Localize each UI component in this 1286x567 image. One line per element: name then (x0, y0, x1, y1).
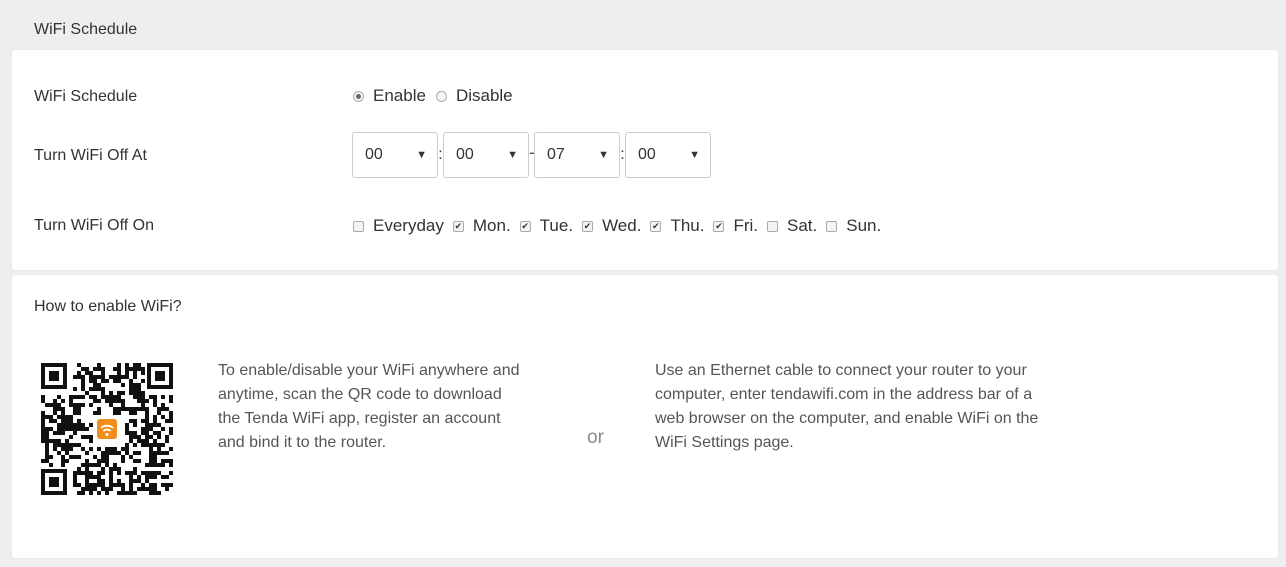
wifi-schedule-radio-group: Enable Disable (353, 86, 523, 106)
day-checkbox-thu[interactable]: ✔ Thu. (650, 216, 704, 236)
dropdown-arrow-icon: ▼ (598, 149, 609, 161)
or-separator: or (587, 427, 604, 448)
enable-label: Enable (373, 86, 426, 105)
day-label: Tue. (539, 216, 574, 235)
qr-code-image (39, 361, 175, 497)
disable-label: Disable (455, 86, 513, 105)
dropdown-arrow-icon: ▼ (416, 149, 427, 161)
day-label: Thu. (670, 216, 705, 235)
checkbox[interactable] (826, 220, 838, 232)
start-hour-value: 00 (365, 146, 383, 163)
checkbox[interactable] (353, 220, 364, 232)
day-checkbox-sat[interactable]: Sat. (767, 216, 817, 236)
day-label: Sun. (846, 216, 882, 235)
app-instructions: To enable/disable your WiFi anywhere and… (218, 362, 520, 451)
disable-radio-dot[interactable] (435, 90, 447, 102)
dropdown-arrow-icon: ▼ (689, 149, 700, 161)
checkbox[interactable]: ✔ (519, 220, 531, 232)
days-checkbox-group: Everyday ✔ Mon. ✔ Tue. ✔ Wed. ✔ Thu. ✔ Fri. S… (353, 216, 890, 236)
help-title: How to enable WiFi? (34, 298, 182, 315)
end-hour-select[interactable]: 07 ▼ (534, 132, 620, 178)
checkbox[interactable]: ✔ (582, 220, 594, 232)
day-label: Sat. (787, 216, 818, 235)
enable-radio-dot[interactable] (353, 90, 364, 102)
turn-off-on-label: Turn WiFi Off On (34, 217, 155, 234)
day-label: Everyday (373, 216, 444, 235)
end-minute-select[interactable]: 00 ▼ (625, 132, 711, 178)
start-hour-select[interactable]: 00 ▼ (352, 132, 438, 178)
wifi-icon (95, 417, 119, 441)
time-range: 00 ▼ : 00 ▼ ~ 07 ▼ : 00 ▼ (352, 132, 711, 178)
day-checkbox-sun[interactable]: Sun. (826, 216, 881, 236)
checkbox[interactable]: ✔ (452, 220, 464, 232)
day-checkbox-fri[interactable]: ✔ Fri. (713, 216, 758, 236)
day-checkbox-tue[interactable]: ✔ Tue. (519, 216, 574, 236)
day-checkbox-mon[interactable]: ✔ Mon. (452, 216, 511, 236)
turn-off-at-label: Turn WiFi Off At (34, 147, 147, 164)
page-title: WiFi Schedule (34, 21, 138, 38)
end-hour-value: 07 (547, 146, 565, 163)
start-minute-select[interactable]: 00 ▼ (443, 132, 529, 178)
day-label: Mon. (472, 216, 511, 235)
end-minute-value: 00 (638, 146, 656, 163)
day-checkbox-wed[interactable]: ✔ Wed. (582, 216, 641, 236)
dropdown-arrow-icon: ▼ (507, 149, 518, 161)
checkbox[interactable]: ✔ (650, 220, 662, 232)
day-label: Fri. (733, 216, 759, 235)
day-label: Wed. (602, 216, 642, 235)
schedule-card: WiFi Schedule Enable Disable Turn WiFi O… (12, 50, 1278, 270)
help-card: How to enable WiFi? To enable/disable yo… (12, 275, 1278, 558)
wifi-schedule-label: WiFi Schedule (34, 88, 138, 105)
checkbox[interactable]: ✔ (713, 220, 725, 232)
day-checkbox-everyday[interactable]: Everyday (353, 216, 444, 236)
start-minute-value: 00 (456, 146, 474, 163)
disable-radio[interactable]: Disable (435, 86, 513, 106)
enable-radio[interactable]: Enable (353, 86, 426, 106)
checkbox[interactable] (767, 220, 779, 232)
web-instructions: Use an Ethernet cable to connect your ro… (655, 362, 1039, 451)
